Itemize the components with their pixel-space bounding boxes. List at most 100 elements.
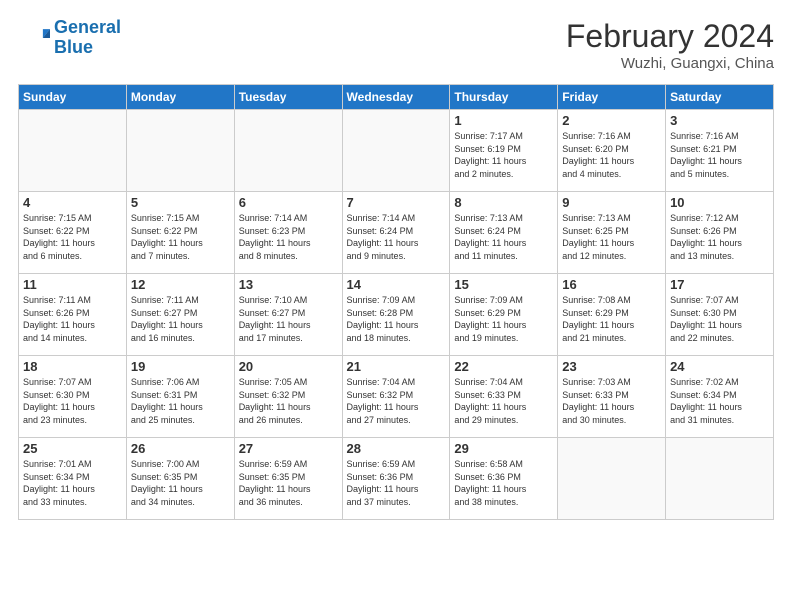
day-info: Sunrise: 7:03 AM Sunset: 6:33 PM Dayligh… [562,376,661,426]
day-info: Sunrise: 7:07 AM Sunset: 6:30 PM Dayligh… [23,376,122,426]
weekday-header-tuesday: Tuesday [234,85,342,110]
day-number: 19 [131,359,230,374]
day-cell: 21Sunrise: 7:04 AM Sunset: 6:32 PM Dayli… [342,356,450,438]
day-number: 9 [562,195,661,210]
day-cell [19,110,127,192]
day-number: 17 [670,277,769,292]
day-cell: 17 Sunrise: 7:07 AM Sunset: 6:30 PM Dayli… [666,274,774,356]
day-cell: 24 Sunrise: 7:02 AM Sunset: 6:34 PM Dayli… [666,356,774,438]
day-cell: 26 Sunrise: 7:00 AM Sunset: 6:35 PM Dayli… [126,438,234,520]
day-number: 20 [239,359,338,374]
day-number: 5 [131,195,230,210]
weekday-header-friday: Friday [558,85,666,110]
day-info: Sunrise: 7:14 AM Sunset: 6:24 PM Dayligh… [347,212,446,262]
day-number: 14 [347,277,446,292]
day-cell [342,110,450,192]
day-cell: 29Sunrise: 6:58 AM Sunset: 6:36 PM Dayli… [450,438,558,520]
day-info: Sunrise: 7:02 AM Sunset: 6:34 PM Dayligh… [670,376,769,426]
day-cell [126,110,234,192]
day-number: 6 [239,195,338,210]
day-number: 3 [670,113,769,128]
day-cell: 9 Sunrise: 7:13 AM Sunset: 6:25 PM Daylig… [558,192,666,274]
day-cell: 10Sunrise: 7:12 AM Sunset: 6:26 PM Dayli… [666,192,774,274]
day-cell: 16 Sunrise: 7:08 AM Sunset: 6:29 PM Dayli… [558,274,666,356]
day-number: 23 [562,359,661,374]
day-number: 25 [23,441,122,456]
day-info: Sunrise: 7:15 AM Sunset: 6:22 PM Dayligh… [23,212,122,262]
day-cell: 6 Sunrise: 7:14 AM Sunset: 6:23 PM Daylig… [234,192,342,274]
week-row-5: 25 Sunrise: 7:01 AM Sunset: 6:34 PM Dayli… [19,438,774,520]
day-cell: 11 Sunrise: 7:11 AM Sunset: 6:26 PM Dayli… [19,274,127,356]
day-info: Sunrise: 7:16 AM Sunset: 6:20 PM Dayligh… [562,130,661,180]
day-number: 7 [347,195,446,210]
day-info: Sunrise: 7:15 AM Sunset: 6:22 PM Dayligh… [131,212,230,262]
day-info: Sunrise: 7:11 AM Sunset: 6:27 PM Dayligh… [131,294,230,344]
day-cell: 27 Sunrise: 6:59 AM Sunset: 6:35 PM Dayli… [234,438,342,520]
day-info: Sunrise: 7:04 AM Sunset: 6:32 PM Dayligh… [347,376,446,426]
day-info: Sunrise: 7:00 AM Sunset: 6:35 PM Dayligh… [131,458,230,508]
day-number: 15 [454,277,553,292]
day-cell: 3 Sunrise: 7:16 AM Sunset: 6:21 PM Daylig… [666,110,774,192]
day-info: Sunrise: 7:09 AM Sunset: 6:29 PM Dayligh… [454,294,553,344]
day-info: Sunrise: 7:11 AM Sunset: 6:26 PM Dayligh… [23,294,122,344]
day-number: 29 [454,441,553,456]
day-info: Sunrise: 7:04 AM Sunset: 6:33 PM Dayligh… [454,376,553,426]
day-number: 18 [23,359,122,374]
weekday-header-thursday: Thursday [450,85,558,110]
weekday-header-monday: Monday [126,85,234,110]
logo: General Blue [18,18,121,58]
day-number: 16 [562,277,661,292]
day-number: 8 [454,195,553,210]
day-info: Sunrise: 6:59 AM Sunset: 6:36 PM Dayligh… [347,458,446,508]
location: Wuzhi, Guangxi, China [566,55,774,72]
day-cell [558,438,666,520]
logo-icon [18,22,50,54]
day-number: 10 [670,195,769,210]
week-row-2: 4 Sunrise: 7:15 AM Sunset: 6:22 PM Daylig… [19,192,774,274]
day-cell [666,438,774,520]
day-cell: 12 Sunrise: 7:11 AM Sunset: 6:27 PM Dayli… [126,274,234,356]
title-block: February 2024 Wuzhi, Guangxi, China [566,18,774,72]
day-info: Sunrise: 7:07 AM Sunset: 6:30 PM Dayligh… [670,294,769,344]
day-number: 24 [670,359,769,374]
day-cell: 28 Sunrise: 6:59 AM Sunset: 6:36 PM Dayli… [342,438,450,520]
week-row-4: 18 Sunrise: 7:07 AM Sunset: 6:30 PM Dayli… [19,356,774,438]
day-info: Sunrise: 7:05 AM Sunset: 6:32 PM Dayligh… [239,376,338,426]
day-cell: 1 Sunrise: 7:17 AM Sunset: 6:19 PM Daylig… [450,110,558,192]
day-number: 1 [454,113,553,128]
weekday-header-sunday: Sunday [19,85,127,110]
day-number: 28 [347,441,446,456]
day-cell: 13 Sunrise: 7:10 AM Sunset: 6:27 PM Dayli… [234,274,342,356]
day-cell: 8 Sunrise: 7:13 AM Sunset: 6:24 PM Daylig… [450,192,558,274]
week-row-3: 11 Sunrise: 7:11 AM Sunset: 6:26 PM Dayli… [19,274,774,356]
day-cell: 18 Sunrise: 7:07 AM Sunset: 6:30 PM Dayli… [19,356,127,438]
day-number: 12 [131,277,230,292]
day-number: 2 [562,113,661,128]
day-cell: 4 Sunrise: 7:15 AM Sunset: 6:22 PM Daylig… [19,192,127,274]
day-info: Sunrise: 7:01 AM Sunset: 6:34 PM Dayligh… [23,458,122,508]
day-info: Sunrise: 7:08 AM Sunset: 6:29 PM Dayligh… [562,294,661,344]
page: General Blue February 2024 Wuzhi, Guangx… [0,0,792,530]
weekday-header-wednesday: Wednesday [342,85,450,110]
day-info: Sunrise: 7:16 AM Sunset: 6:21 PM Dayligh… [670,130,769,180]
day-info: Sunrise: 6:59 AM Sunset: 6:35 PM Dayligh… [239,458,338,508]
day-cell: 19 Sunrise: 7:06 AM Sunset: 6:31 PM Dayli… [126,356,234,438]
day-cell: 23 Sunrise: 7:03 AM Sunset: 6:33 PM Dayli… [558,356,666,438]
day-info: Sunrise: 7:09 AM Sunset: 6:28 PM Dayligh… [347,294,446,344]
weekday-header-saturday: Saturday [666,85,774,110]
week-row-1: 1 Sunrise: 7:17 AM Sunset: 6:19 PM Daylig… [19,110,774,192]
day-info: Sunrise: 7:13 AM Sunset: 6:24 PM Dayligh… [454,212,553,262]
day-number: 4 [23,195,122,210]
day-info: Sunrise: 7:06 AM Sunset: 6:31 PM Dayligh… [131,376,230,426]
day-info: Sunrise: 7:17 AM Sunset: 6:19 PM Dayligh… [454,130,553,180]
month-year: February 2024 [566,18,774,55]
day-number: 22 [454,359,553,374]
day-number: 11 [23,277,122,292]
day-number: 27 [239,441,338,456]
day-info: Sunrise: 7:13 AM Sunset: 6:25 PM Dayligh… [562,212,661,262]
day-info: Sunrise: 7:10 AM Sunset: 6:27 PM Dayligh… [239,294,338,344]
day-cell: 25 Sunrise: 7:01 AM Sunset: 6:34 PM Dayli… [19,438,127,520]
day-info: Sunrise: 7:14 AM Sunset: 6:23 PM Dayligh… [239,212,338,262]
day-number: 13 [239,277,338,292]
day-number: 26 [131,441,230,456]
